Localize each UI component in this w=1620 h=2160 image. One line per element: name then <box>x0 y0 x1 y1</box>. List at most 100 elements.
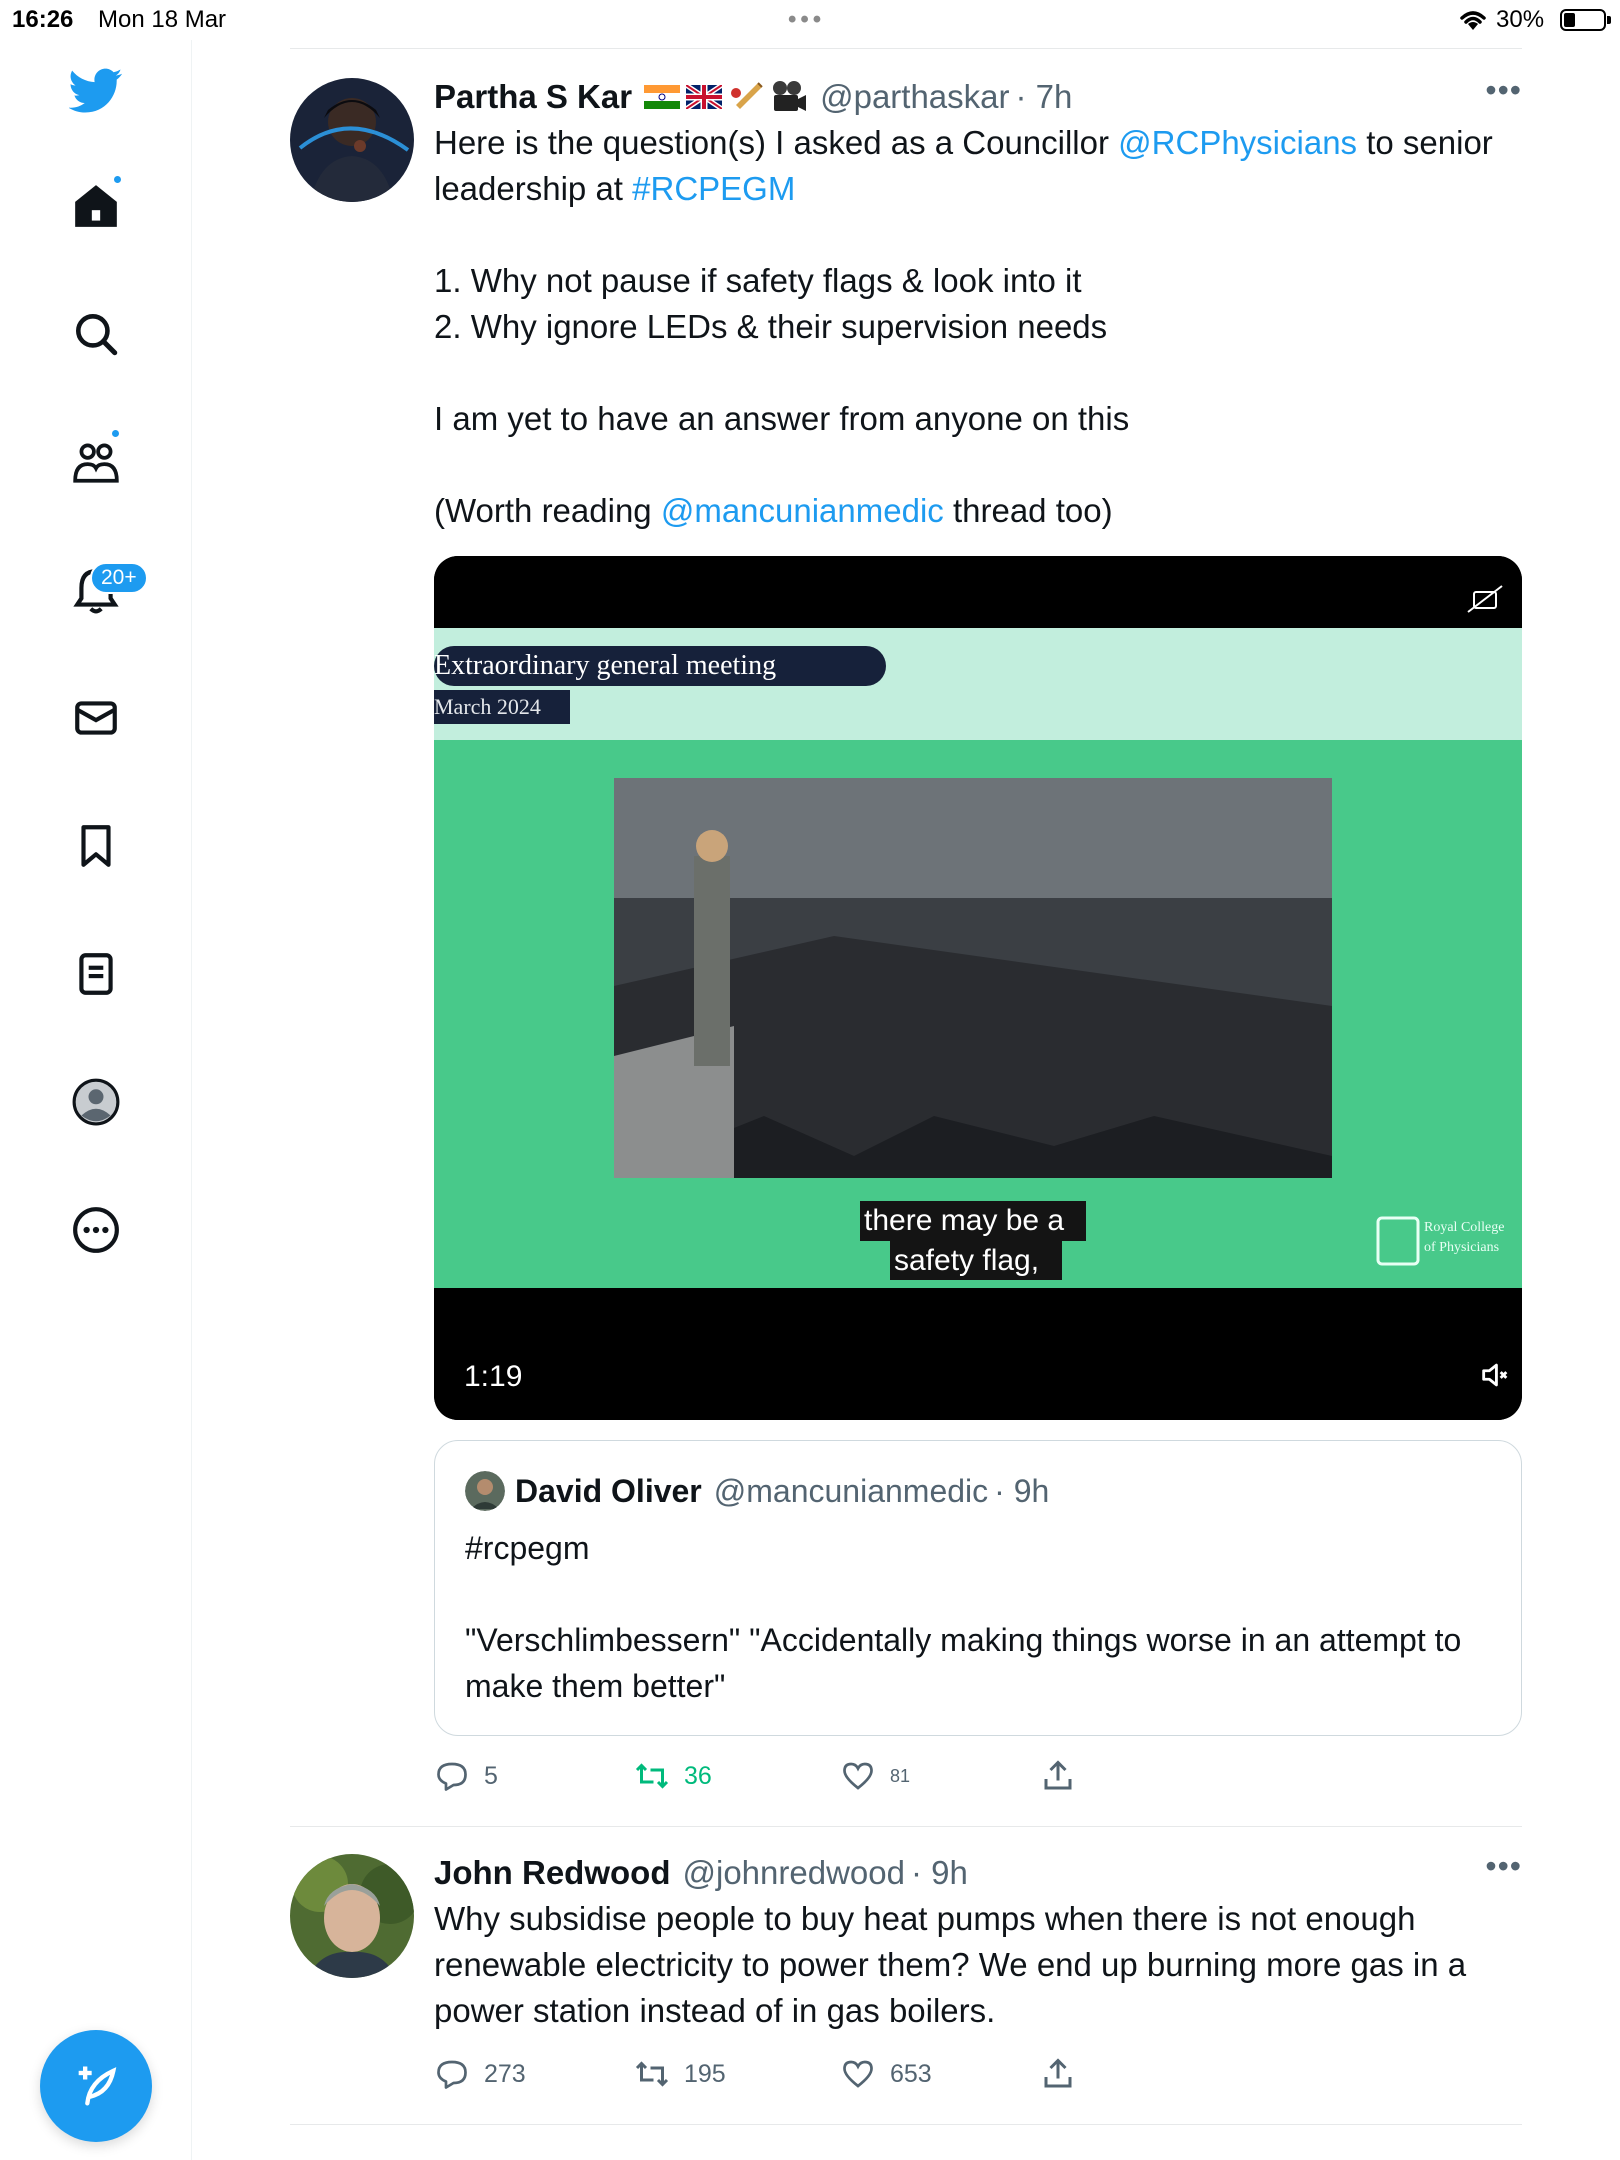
status-time: 16:26 <box>12 6 74 33</box>
share-button[interactable] <box>1040 1758 1076 1794</box>
author-name[interactable]: John Redwood <box>434 1854 670 1892</box>
tweet-paragraph: I am yet to have an answer from anyone o… <box>434 400 1130 437</box>
timeline-top-divider <box>290 48 1522 49</box>
video-player[interactable]: Extraordinary general meeting March 2024… <box>434 556 1522 1420</box>
retweet-button[interactable]: 36 <box>634 1758 712 1794</box>
sidebar-item-bookmarks[interactable] <box>60 810 132 882</box>
author-name[interactable]: Partha S Kar <box>434 78 632 116</box>
tweet-divider <box>290 2124 1522 2125</box>
avatar[interactable] <box>290 1854 414 1978</box>
video-banner-title: Extraordinary general meeting <box>434 650 777 681</box>
communities-notification-dot <box>110 428 121 439</box>
share-icon <box>1044 2058 1072 2088</box>
quoted-tweet-paragraph-spacer <box>465 1571 1493 1617</box>
twitter-logo-icon[interactable] <box>60 54 132 126</box>
heart-icon <box>843 2060 873 2088</box>
heart-icon <box>843 1762 873 1790</box>
like-count: 653 <box>890 2059 932 2088</box>
like-button[interactable]: 81 <box>840 1758 910 1794</box>
video-caption: safety flag, <box>894 1244 1040 1277</box>
tweet-paragraph: Here is the question(s) I asked as a Cou… <box>434 120 1522 212</box>
sidebar-item-lists[interactable] <box>60 938 132 1010</box>
sidebar-item-home[interactable] <box>60 170 132 242</box>
avatar[interactable] <box>465 1471 505 1511</box>
author-handle[interactable]: @johnredwood <box>682 1854 904 1892</box>
share-button[interactable] <box>1040 2056 1076 2092</box>
video-logo-text: of Physicians <box>1424 1240 1500 1255</box>
share-icon <box>1044 1760 1072 1790</box>
video-banner-date: March 2024 <box>434 694 541 719</box>
compose-tweet-button[interactable] <box>40 2030 152 2142</box>
sidebar-item-more[interactable] <box>60 1194 132 1266</box>
video-duration: 1:19 <box>464 1360 523 1393</box>
like-count: 81 <box>890 1765 911 1786</box>
tweet-paragraph-spacer <box>434 350 1522 396</box>
quoted-tweet-text: #rcpegm "Verschlimbessern" "Accidentally… <box>465 1525 1493 1709</box>
status-date: Mon 18 Mar <box>98 6 227 33</box>
reply-button[interactable]: 273 <box>434 2056 526 2092</box>
tweet-time[interactable]: · 7h <box>1016 78 1073 116</box>
sidebar-item-messages[interactable] <box>60 682 132 754</box>
tweet-divider <box>290 1826 1522 1827</box>
envelope-icon <box>75 701 117 735</box>
tweet-header: John Redwood @johnredwood · 9h <box>434 1854 968 1892</box>
reply-count: 5 <box>484 1761 498 1790</box>
reply-icon <box>437 2060 467 2089</box>
text-segment: (Worth reading <box>434 492 661 529</box>
hashtag-link[interactable]: #RCPEGM <box>632 170 795 207</box>
retweet-icon <box>635 1763 669 1789</box>
sidebar-item-communities[interactable] <box>60 426 132 498</box>
mute-icon[interactable] <box>1478 1358 1512 1392</box>
text-segment: thread too) <box>943 492 1113 529</box>
search-icon <box>76 314 118 356</box>
author-handle[interactable]: @parthaskar <box>820 78 1009 116</box>
tweet-text: Why subsidise people to buy heat pumps w… <box>434 1900 1467 2029</box>
tweet-more-icon[interactable]: ••• <box>1485 72 1522 109</box>
quoted-author-name[interactable]: David Oliver <box>515 1473 702 1510</box>
tweet-text: Here is the question(s) I asked as a Cou… <box>434 120 1522 534</box>
reply-icon <box>437 1762 467 1791</box>
quoted-author-handle[interactable]: @mancunianmedic <box>714 1473 988 1510</box>
battery-icon <box>1560 9 1611 31</box>
tweet-time[interactable]: · 9h <box>911 1854 968 1892</box>
retweet-count: 195 <box>684 2059 726 2088</box>
tweet-actions: 5 36 81 <box>434 1758 1522 1798</box>
mention-link[interactable]: @RCPhysicians <box>1118 124 1357 161</box>
sidebar-item-profile[interactable] <box>60 1066 132 1138</box>
video-logo-text: Royal College <box>1424 1220 1505 1235</box>
tweet-paragraph: 2. Why ignore LEDs & their supervision n… <box>434 308 1108 345</box>
tweet-actions: 273 195 653 <box>434 2056 1522 2096</box>
mention-link[interactable]: @mancunianmedic <box>661 492 944 529</box>
tweet-paragraph-spacer <box>434 212 1522 258</box>
status-bar: 16:26 Mon 18 Mar ••• 30% <box>0 0 1620 40</box>
quoted-tweet-paragraph: "Verschlimbessern" "Accidentally making … <box>465 1622 1462 1704</box>
home-icon <box>75 185 117 227</box>
india-flag-icon <box>644 85 681 109</box>
home-notification-dot <box>112 174 123 185</box>
reply-button[interactable]: 5 <box>434 1758 498 1794</box>
sidebar: 20+ <box>0 40 192 2160</box>
battery-percent: 30% <box>1496 6 1545 33</box>
uk-flag-icon <box>686 85 723 109</box>
tweet-paragraph: 1. Why not pause if safety flags & look … <box>434 262 1082 299</box>
wifi-icon <box>1460 11 1486 30</box>
quoted-tweet-time[interactable]: · 9h <box>994 1473 1049 1510</box>
avatar[interactable] <box>290 78 414 202</box>
retweet-button[interactable]: 195 <box>634 2056 726 2092</box>
communities-icon <box>73 443 119 483</box>
tweet-header: Partha S Kar @parthaskar · 7h <box>434 78 1072 116</box>
profile-icon <box>72 1078 120 1126</box>
retweet-icon <box>635 2061 669 2087</box>
like-button[interactable]: 653 <box>840 2056 932 2092</box>
multitasking-dots-icon[interactable]: ••• <box>788 6 825 34</box>
more-circle-icon <box>73 1207 119 1253</box>
sidebar-item-explore[interactable] <box>60 298 132 370</box>
tweet-more-icon[interactable]: ••• <box>1485 1848 1522 1885</box>
quoted-tweet[interactable]: David Oliver @mancunianmedic · 9h #rcpeg… <box>434 1440 1522 1736</box>
movie-camera-icon <box>773 81 807 111</box>
tweet-paragraph-spacer <box>434 442 1522 488</box>
list-icon <box>79 953 113 995</box>
retweet-count: 36 <box>684 1761 712 1790</box>
sidebar-item-notifications[interactable]: 20+ <box>60 554 148 626</box>
video-caption: there may be a <box>864 1204 1065 1237</box>
